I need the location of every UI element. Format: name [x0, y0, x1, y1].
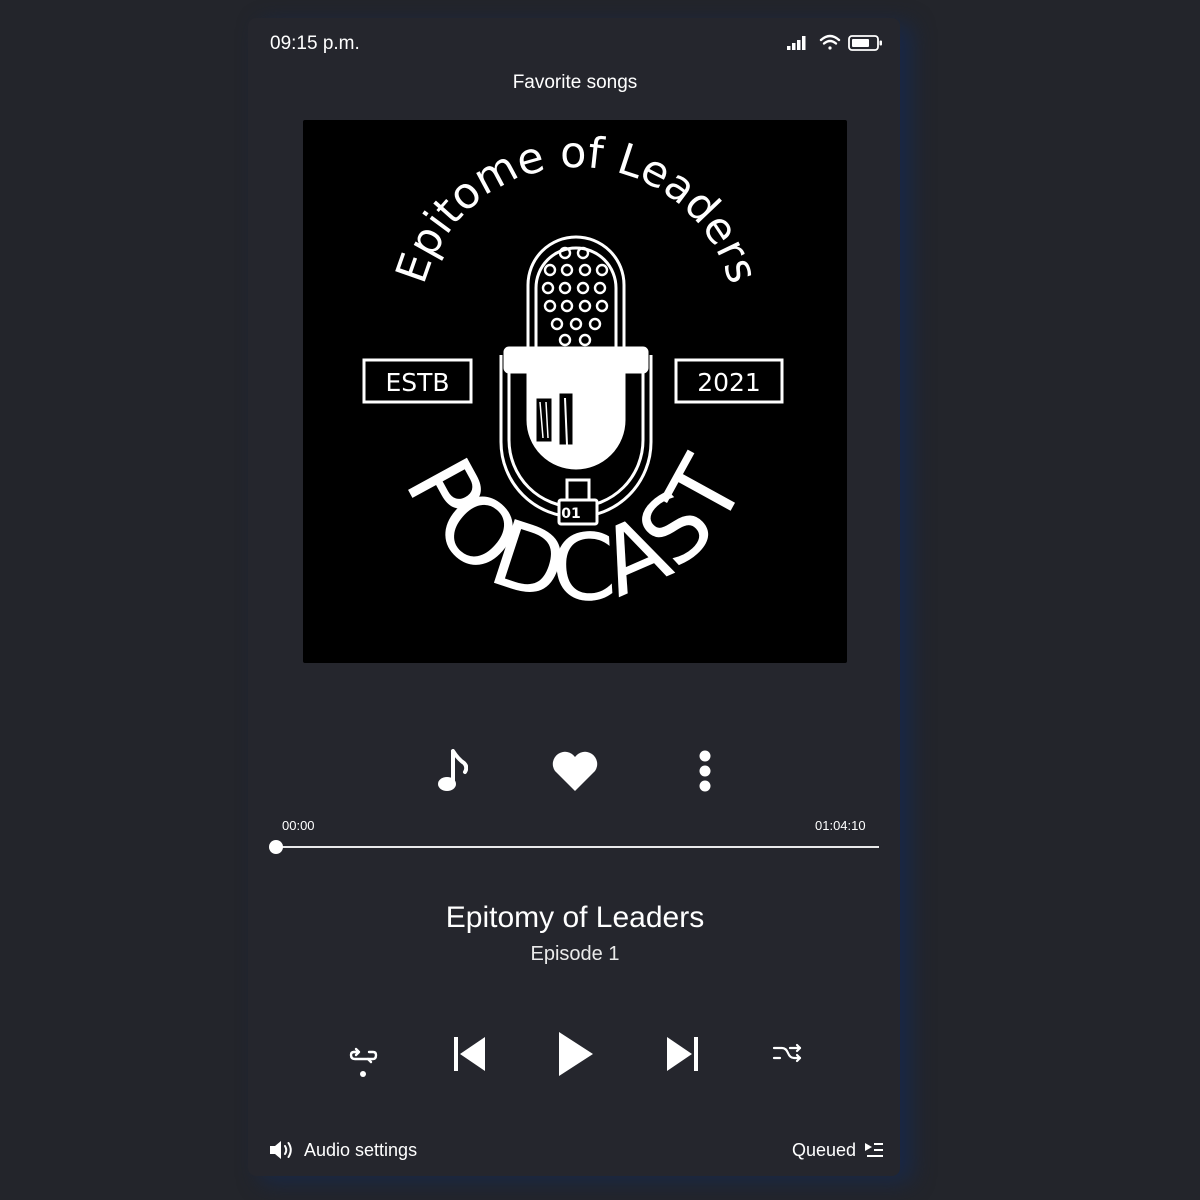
podcast-cover-art: Epitome of Leaders ESTB 2021 01 PODCAST	[303, 120, 847, 663]
progress-thumb[interactable]	[269, 840, 283, 854]
signal-icon	[787, 36, 806, 50]
progress-bar[interactable]	[269, 840, 879, 854]
audio-settings-label: Audio settings	[304, 1139, 418, 1160]
music-note-button[interactable]	[426, 744, 480, 798]
skip-previous-icon	[454, 1037, 485, 1071]
wifi-icon	[819, 34, 841, 50]
queue-icon	[865, 1143, 883, 1157]
next-button[interactable]	[662, 1034, 702, 1074]
play-button[interactable]	[553, 1029, 597, 1079]
battery-icon	[848, 35, 882, 51]
repeat-icon	[349, 1047, 378, 1077]
queued-label: Queued	[791, 1139, 856, 1160]
elapsed-time: 00:00	[282, 818, 315, 833]
track-subtitle: Episode 1	[530, 943, 620, 965]
repeat-button[interactable]	[340, 1038, 386, 1080]
estb-badge: ESTB	[362, 358, 473, 404]
queued-button[interactable]: Queued	[792, 1136, 884, 1164]
play-icon	[559, 1032, 593, 1076]
cover-arc-text: Epitome of Leaders	[387, 128, 768, 289]
total-duration: 01:04:10	[815, 818, 866, 833]
volume-icon	[270, 1141, 292, 1159]
svg-text:ESTB: ESTB	[385, 368, 449, 397]
track-title: Epitomy of Leaders	[445, 901, 705, 934]
page-title: Favorite songs	[512, 72, 638, 93]
previous-button[interactable]	[450, 1034, 490, 1074]
year-badge: 2021	[674, 358, 784, 404]
shuffle-button[interactable]	[770, 1040, 806, 1068]
favorite-button[interactable]	[548, 744, 602, 798]
audio-settings-button[interactable]: Audio settings	[268, 1136, 417, 1164]
shuffle-icon	[772, 1043, 802, 1063]
status-time: 09:15 p.m.	[270, 33, 360, 54]
more-vertical-icon	[699, 750, 711, 792]
svg-text:2021: 2021	[697, 368, 761, 397]
more-options-button[interactable]	[678, 744, 732, 798]
skip-next-icon	[667, 1037, 698, 1071]
status-icons	[785, 33, 885, 53]
microphone-icon	[499, 235, 653, 526]
music-note-icon	[438, 749, 468, 791]
heart-icon	[552, 751, 598, 791]
